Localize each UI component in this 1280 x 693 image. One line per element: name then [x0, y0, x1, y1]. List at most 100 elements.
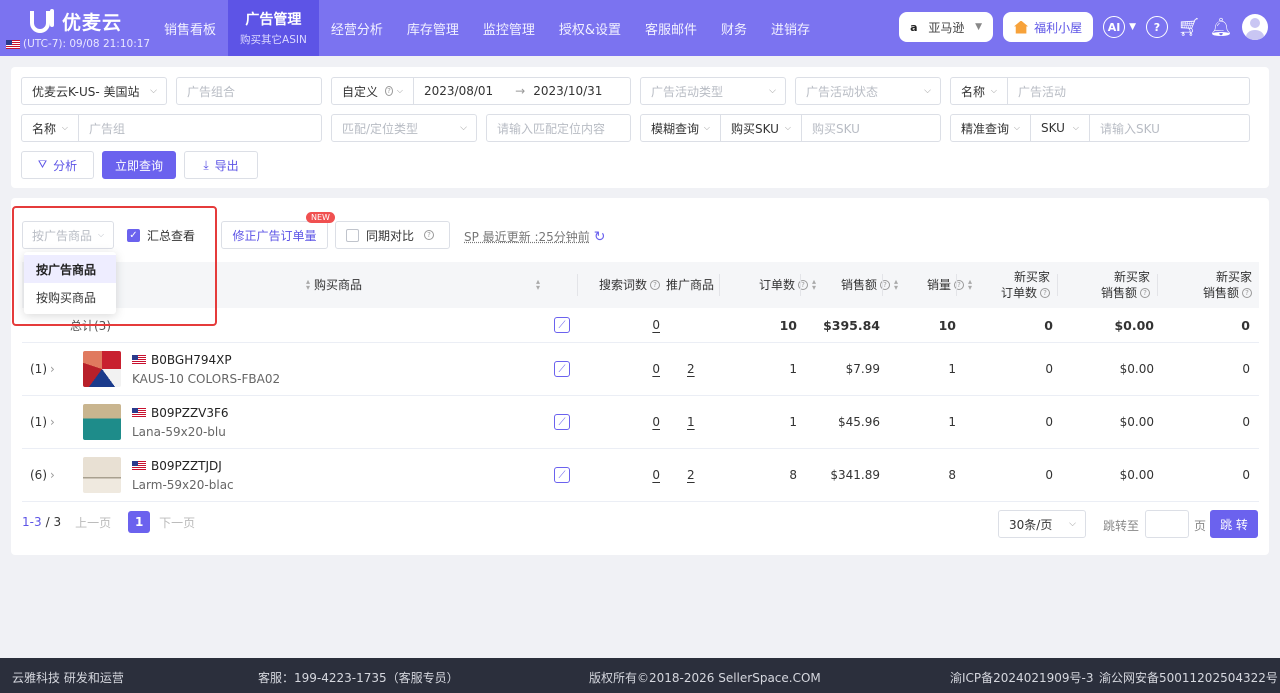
campaign-type-select[interactable]: 广告活动类型 ⌵	[640, 77, 786, 105]
campaign-name-mode[interactable]: 名称 ⌵	[951, 78, 1008, 104]
search-terms-value[interactable]: 0	[652, 415, 660, 429]
col-new-buyer-orders[interactable]: 新买家 订单数?	[962, 262, 1050, 308]
nav-purchase-sales-inventory[interactable]: 进销存	[759, 0, 822, 56]
analyze-button[interactable]: ⛛ 分析	[21, 151, 94, 179]
next-page-button[interactable]: 下一页	[159, 514, 195, 531]
summary-checkbox[interactable]: ✓ 汇总查看	[117, 221, 214, 249]
group-by-select[interactable]: 按广告商品 ⌵	[22, 221, 114, 249]
buy-sku-input[interactable]: 购买SKU	[802, 120, 860, 137]
match-type-select[interactable]: 匹配/定位类型 ⌵	[331, 114, 477, 142]
cart-icon[interactable]: 🛒︎	[1178, 16, 1201, 38]
nav-sub-label: 购买其它ASIN	[240, 34, 307, 46]
search-terms-value[interactable]: 0	[652, 362, 660, 376]
footer-police[interactable]: 渝公网安备50011202504322号	[1099, 669, 1278, 686]
row-count: (1)	[30, 415, 47, 429]
ai-assistant-icon[interactable]: AI	[1103, 16, 1126, 38]
asin-link[interactable]: B09PZZV3F6	[151, 406, 229, 420]
col-buy-product[interactable]: ▴ ▾ 购买商品	[302, 262, 542, 308]
page-size-select[interactable]: 30条/页 ⌵	[998, 510, 1086, 538]
campaign-search[interactable]: 名称 ⌵ 广告活动	[950, 77, 1250, 105]
exact-mode-select[interactable]: 精准查询 ⌵	[951, 115, 1031, 141]
ad-portfolio-select[interactable]: 广告组合	[176, 77, 322, 105]
trend-chart-icon[interactable]: ⟋	[554, 467, 570, 483]
page-number-1[interactable]: 1	[128, 511, 151, 533]
period-compare-checkbox[interactable]: 同期对比 ?	[335, 221, 450, 249]
nav-inventory[interactable]: 库存管理	[395, 0, 471, 56]
nav-monitoring[interactable]: 监控管理	[471, 0, 547, 56]
product-image[interactable]	[83, 404, 121, 440]
table-row[interactable]: (1) › B09PZZV3F6 Lana-59x20-blu ⟋ 0 1 1 $…	[22, 396, 1259, 449]
fix-ad-orders-button[interactable]: 修正广告订单量	[221, 221, 328, 249]
date-mode-select[interactable]: 自定义 ? ⌵	[332, 78, 414, 104]
trend-chart-icon[interactable]: ⟋	[554, 317, 570, 333]
col-new-buyer-sales[interactable]: 新买家 销售额?	[1062, 262, 1150, 308]
nav-business-analysis[interactable]: 经营分析	[319, 0, 395, 56]
search-terms-value[interactable]: 0	[652, 468, 660, 482]
chevron-right-icon[interactable]: ›	[50, 468, 55, 482]
date-end[interactable]: 2023/10/31	[533, 84, 602, 98]
ad-product-value[interactable]: 2	[687, 362, 695, 376]
trend-chart-icon[interactable]: ⟋	[554, 414, 570, 430]
export-button[interactable]: ⤓ 导出	[184, 151, 258, 179]
ad-portfolio-placeholder: 广告组合	[187, 84, 236, 99]
buy-sku-field-select[interactable]: 购买SKU ⌵	[721, 115, 802, 141]
prev-page-button[interactable]: 上一页	[75, 514, 111, 531]
trend-chart-icon[interactable]: ⟋	[554, 361, 570, 377]
ad-group-search[interactable]: 名称 ⌵ 广告组	[21, 114, 322, 142]
jump-page-input[interactable]	[1145, 510, 1189, 538]
bell-icon[interactable]: 🔔︎	[1210, 16, 1233, 38]
chevron-right-icon[interactable]: ›	[50, 362, 55, 376]
jump-button[interactable]: 跳 转	[1210, 510, 1258, 538]
campaign-type-placeholder: 广告活动类型	[651, 84, 724, 99]
brand-logo[interactable]: 优麦云	[30, 8, 122, 35]
sku-input[interactable]: 请输入SKU	[1090, 120, 1160, 137]
dropdown-option-by-buy-product[interactable]: 按购买商品	[24, 283, 116, 311]
dropdown-option-by-ad-product[interactable]: 按广告商品	[24, 255, 116, 283]
refresh-icon[interactable]: ↻	[594, 229, 606, 245]
nav-service-mail[interactable]: 客服邮件	[633, 0, 709, 56]
table-row[interactable]: (1) › B0BGH794XP KAUS-10 COLORS-FBA02 ⟋ 0…	[22, 343, 1259, 396]
col-ad-product[interactable]: 推广商品	[662, 262, 714, 308]
date-range-picker[interactable]: 自定义 ? ⌵ 2023/08/01 → 2023/10/31	[331, 77, 631, 105]
query-button[interactable]: 立即查询	[102, 151, 176, 179]
fuzzy-mode-select[interactable]: 模糊查询 ⌵	[641, 115, 721, 141]
col-units[interactable]: 销量? ▴ ▾	[884, 262, 972, 308]
asin-link[interactable]: B0BGH794XP	[151, 353, 232, 367]
match-content-input[interactable]: 请输入匹配定位内容	[486, 114, 631, 142]
campaign-status-select[interactable]: 广告活动状态 ⌵	[795, 77, 941, 105]
marketplace-select[interactable]: a 亚马逊 ▼	[899, 12, 994, 42]
welfare-button[interactable]: 福利小屋	[1003, 12, 1094, 42]
download-icon: ⤓	[203, 157, 209, 172]
nav-sales-dashboard[interactable]: 销售看板	[152, 0, 228, 56]
help-icon[interactable]: ?	[1146, 16, 1168, 38]
footer-icp[interactable]: 渝ICP备2024021909号-3	[950, 669, 1093, 686]
nav-finance[interactable]: 财务	[709, 0, 759, 56]
ad-product-value[interactable]: 2	[687, 468, 695, 482]
campaign-input[interactable]: 广告活动	[1008, 83, 1066, 100]
last-updated: SP 最近更新 :25分钟前 ↻	[464, 228, 606, 245]
ad-product-value[interactable]: 1	[687, 415, 695, 429]
ad-group-input[interactable]: 广告组	[79, 120, 125, 137]
sku-search[interactable]: 精准查询 ⌵ SKU ⌵ 请输入SKU	[950, 114, 1250, 142]
asin-link[interactable]: B09PZZTJDJ	[151, 459, 222, 473]
ad-group-name-mode[interactable]: 名称 ⌵	[22, 115, 79, 141]
col-search-terms[interactable]: 搜索词数?	[582, 262, 660, 308]
sort-icon[interactable]: ▴ ▾	[536, 278, 540, 292]
product-image[interactable]	[83, 457, 121, 493]
house-icon	[1014, 20, 1029, 34]
product-image[interactable]	[83, 351, 121, 387]
col-new-buyer-sales-b[interactable]: 新买家 销售额?	[1162, 262, 1252, 308]
buy-sku-search[interactable]: 模糊查询 ⌵ 购买SKU ⌵ 购买SKU	[640, 114, 941, 142]
store-select[interactable]: 优麦云K-US- 美国站 ⌵	[21, 77, 167, 105]
date-start[interactable]: 2023/08/01	[414, 84, 493, 98]
nav-ad-management[interactable]: 广告管理 购买其它ASIN	[228, 0, 319, 56]
nav-auth-settings[interactable]: 授权&设置	[547, 0, 633, 56]
sku-field-select[interactable]: SKU ⌵	[1031, 115, 1090, 141]
orders-value: 1	[789, 362, 797, 376]
chevron-right-icon[interactable]: ›	[50, 415, 55, 429]
new-buyer-sales-value: $0.00	[1119, 415, 1154, 429]
table-row[interactable]: (6) › B09PZZTJDJ Larm-59x20-blac ⟋ 0 2 8 …	[22, 449, 1259, 502]
search-terms-value[interactable]: 0	[652, 318, 660, 332]
avatar[interactable]	[1242, 14, 1268, 40]
sku-text: KAUS-10 COLORS-FBA02	[132, 371, 281, 386]
